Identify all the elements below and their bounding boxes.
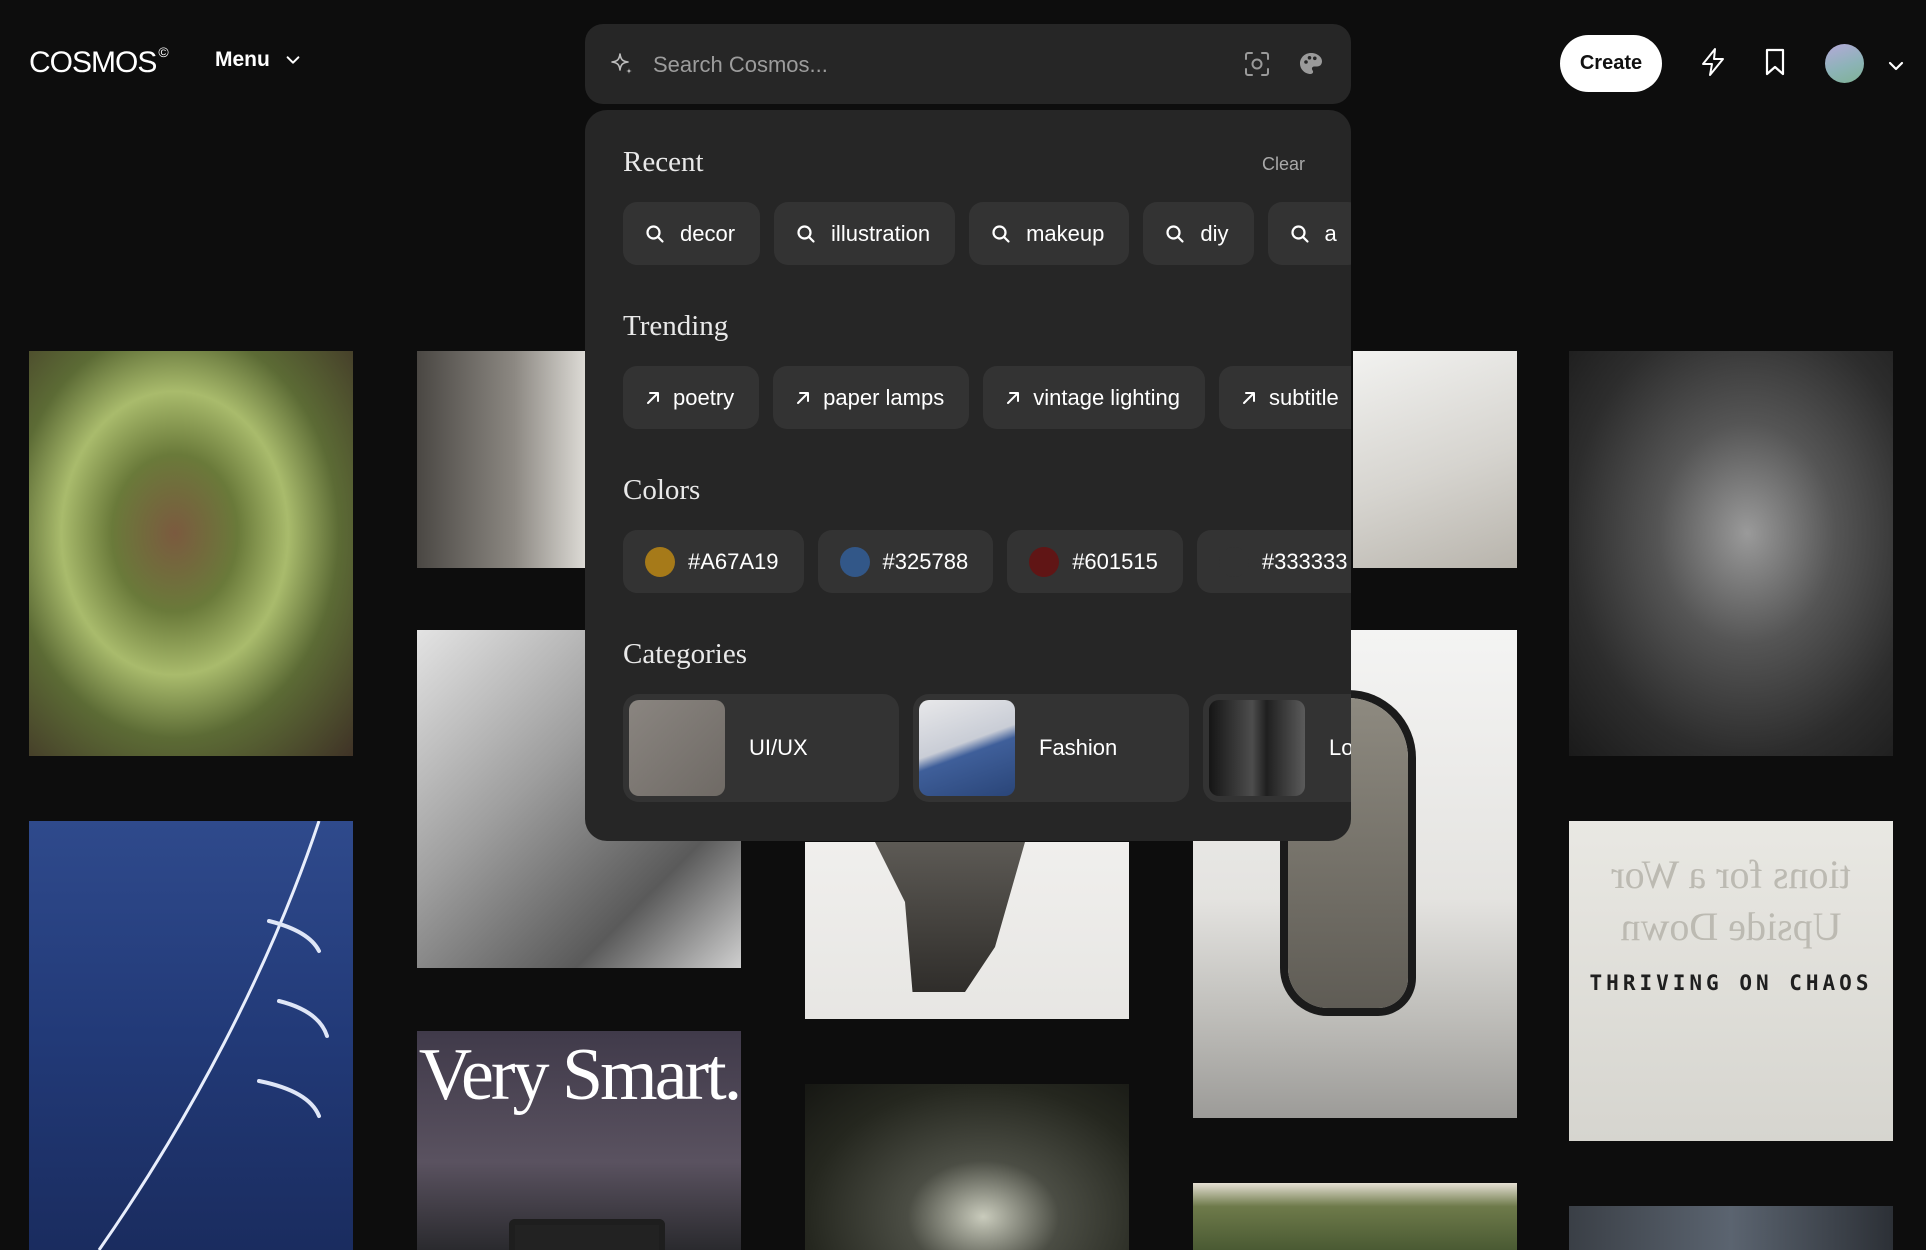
chevron-down-icon[interactable] (1886, 56, 1906, 76)
grid-image-bananas[interactable] (29, 351, 353, 756)
poster-curve (97, 821, 329, 1250)
color-chip[interactable]: #A67A19 (623, 530, 804, 593)
arrow-up-right-icon (1007, 391, 1020, 404)
chip-label: diy (1200, 220, 1229, 246)
color-swatch (1029, 546, 1060, 577)
trending-chip[interactable]: paper lamps (773, 366, 970, 429)
category-card[interactable]: Fashion (913, 694, 1189, 802)
recent-chip[interactable]: a (1267, 202, 1351, 265)
grid-image-japanese-poster[interactable] (29, 821, 353, 1250)
clear-button[interactable]: Clear (1262, 154, 1305, 175)
sparkle-icon (611, 53, 632, 74)
search-dropdown: Recent Clear decor illustration makeup d… (585, 110, 1351, 841)
category-label: UI/UX (749, 735, 808, 760)
categories-title: Categories (623, 638, 748, 670)
trending-chips: poetry paper lamps vintage lighting subt… (623, 366, 1351, 429)
color-chip[interactable]: #333333 (1196, 530, 1351, 593)
bookmark-icon[interactable] (1759, 46, 1791, 78)
recent-chips: decor illustration makeup diy a (623, 202, 1351, 265)
grid-image-bicycle[interactable] (1569, 1206, 1893, 1250)
grid-image-rock[interactable] (805, 842, 1129, 1019)
ghost-text: tions for a Wor (1611, 852, 1851, 897)
chip-label: #333333 (1261, 548, 1348, 574)
category-thumbnail (629, 700, 725, 796)
menu-button[interactable]: Menu (215, 48, 302, 72)
trending-chip[interactable]: poetry (623, 366, 760, 429)
chip-label: vintage lighting (1033, 384, 1181, 410)
search-icon (1166, 224, 1184, 243)
recent-chip[interactable]: makeup (969, 202, 1130, 265)
category-card[interactable]: UI/UX (623, 694, 899, 802)
recent-chip[interactable]: illustration (774, 202, 956, 265)
lens-icon[interactable] (1243, 50, 1271, 78)
grid-image-sculpture[interactable] (1353, 351, 1517, 568)
rock-shape (875, 842, 1025, 992)
search-icon (646, 224, 664, 243)
radio-device (509, 1219, 665, 1250)
search-icon (797, 224, 815, 243)
poster-text: Very Smart. (418, 1034, 741, 1116)
trending-chip[interactable]: subtitle (1219, 366, 1351, 429)
color-chip[interactable]: #325788 (817, 530, 994, 593)
category-thumbnail (919, 700, 1015, 796)
search-bar[interactable] (585, 24, 1351, 106)
grid-image-very-smart-poster[interactable]: Very Smart. (417, 1031, 741, 1250)
chip-label: illustration (831, 220, 931, 246)
grid-image-wire-sculpture[interactable] (1569, 351, 1893, 756)
grid-image-dark-room[interactable] (805, 1084, 1129, 1250)
copyright-mark: © (158, 44, 168, 60)
category-card[interactable]: Lo (1203, 694, 1351, 802)
recent-chip[interactable]: decor (623, 202, 761, 265)
lightning-icon[interactable] (1697, 46, 1729, 78)
chip-label: #A67A19 (688, 548, 779, 574)
chip-label: #601515 (1072, 548, 1158, 574)
color-swatch (1218, 546, 1249, 577)
menu-label: Menu (215, 48, 270, 71)
search-icon (1290, 224, 1309, 243)
grid-image-garden[interactable] (1193, 1183, 1517, 1250)
arrow-up-right-icon (647, 391, 659, 404)
chip-label: decor (680, 220, 736, 246)
chip-label: makeup (1026, 220, 1105, 246)
category-label: Fashion (1039, 735, 1118, 760)
category-label: Lo (1329, 735, 1351, 760)
category-thumbnail (1209, 700, 1305, 796)
cosmos-logo[interactable]: COSMOS © (29, 44, 169, 80)
chip-label: subtitle (1269, 384, 1339, 410)
color-swatch (839, 546, 870, 577)
colors-title: Colors (623, 474, 701, 506)
book-title: THRIVING ON CHAOS (1589, 971, 1873, 995)
color-swatch (645, 546, 675, 577)
arrow-up-right-icon (797, 391, 810, 404)
chevron-down-icon (286, 56, 300, 64)
avatar[interactable] (1825, 44, 1864, 83)
chip-label: paper lamps (823, 384, 945, 410)
logo-text: COSMOS (29, 46, 157, 79)
chip-label: #325788 (882, 548, 969, 574)
grid-image-thriving-on-chaos[interactable]: tions for a Wor Upside Down THRIVING ON … (1569, 821, 1893, 1141)
trending-chip[interactable]: vintage lighting (983, 366, 1206, 429)
color-chips: #A67A19 #325788 #601515 #333333 (623, 530, 1351, 593)
color-chip[interactable]: #601515 (1007, 530, 1183, 593)
recent-chip[interactable]: diy (1143, 202, 1254, 265)
arrow-up-right-icon (1243, 391, 1256, 404)
search-input[interactable] (651, 24, 1215, 106)
search-icon (992, 224, 1010, 243)
ghost-text: Upside Down (1620, 904, 1842, 949)
recent-title: Recent (623, 146, 704, 178)
create-button[interactable]: Create (1560, 35, 1662, 92)
category-cards: UI/UX Fashion Lo (623, 694, 1351, 802)
palette-icon[interactable] (1297, 50, 1325, 78)
chip-label: poetry (673, 384, 735, 410)
chip-label: a (1324, 220, 1337, 246)
trending-title: Trending (623, 310, 729, 342)
